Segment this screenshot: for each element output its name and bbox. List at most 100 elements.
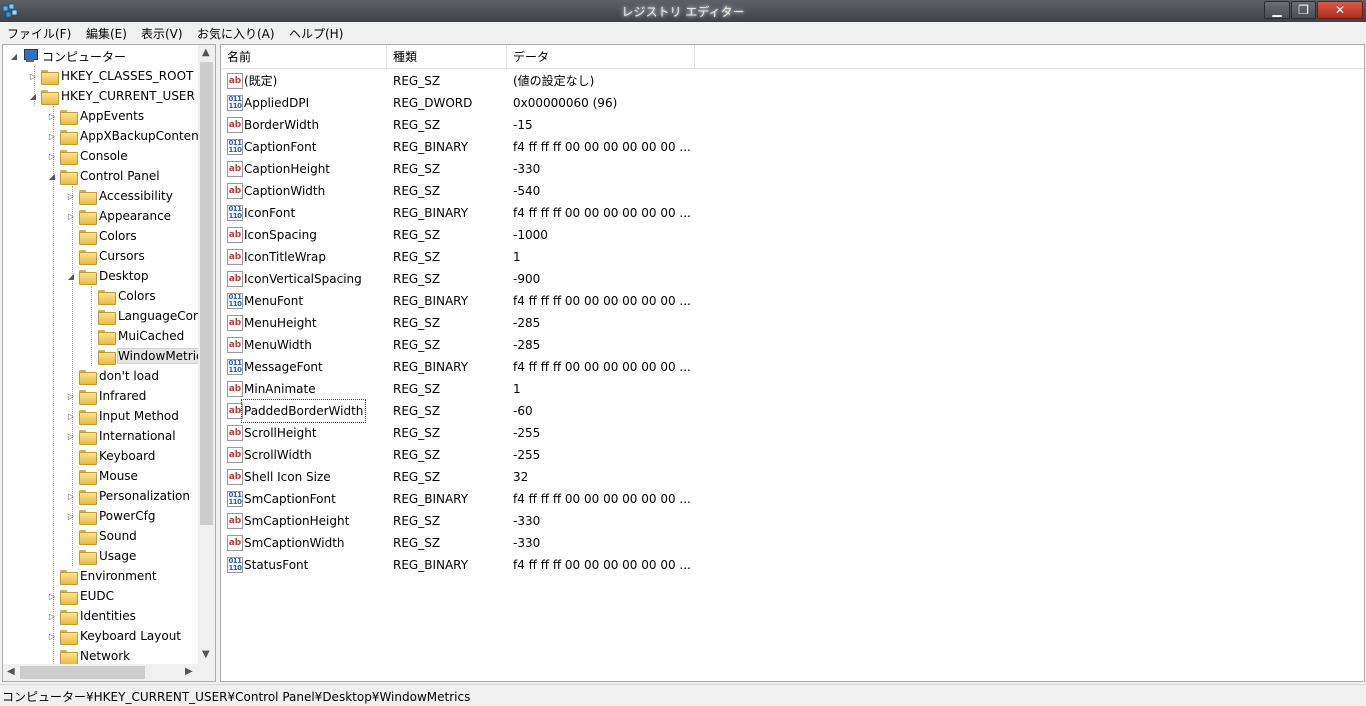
- list-row[interactable]: 011 110 StatusFont REG_BINARY f4 ff ff ff 00…: [221, 554, 695, 576]
- close-button[interactable]: ✕: [1317, 1, 1363, 19]
- tree-node-languageconfiguration[interactable]: LanguageConfiguration: [85, 306, 215, 326]
- expander-icon[interactable]: ▷: [66, 512, 76, 521]
- scroll-thumb[interactable]: [200, 62, 213, 525]
- list-row[interactable]: ab BorderWidth REG_SZ -15: [221, 114, 695, 136]
- tree-node-infrared[interactable]: ▷ Infrared: [66, 386, 146, 406]
- scroll-up-icon[interactable]: ▲: [202, 47, 210, 58]
- tree-node-dont-load[interactable]: don't load: [66, 366, 159, 386]
- menu-help[interactable]: ヘルプ(H): [289, 25, 343, 42]
- expander-icon[interactable]: ▷: [47, 152, 57, 161]
- list-row[interactable]: ab (既定) REG_SZ (値の設定なし): [221, 70, 695, 92]
- expander-icon[interactable]: ▷: [47, 112, 57, 121]
- column-header-type[interactable]: 種類: [387, 45, 507, 69]
- folder-icon: [79, 529, 97, 545]
- list-row[interactable]: ab CaptionWidth REG_SZ -540: [221, 180, 695, 202]
- value-name: MessageFont: [244, 360, 323, 374]
- tree-node-powercfg[interactable]: ▷ PowerCfg: [66, 506, 156, 526]
- menu-edit[interactable]: 編集(E): [86, 25, 127, 42]
- tree-node-keyboard[interactable]: Keyboard: [66, 446, 155, 466]
- tree-node-appxbackup[interactable]: ▷ AppXBackupContent: [47, 126, 203, 146]
- tree-node-hkcu[interactable]: ◢ HKEY_CURRENT_USER: [28, 86, 195, 106]
- tree-node-keyboard-layout[interactable]: ▷ Keyboard Layout: [47, 626, 181, 646]
- tree-node-personalization[interactable]: ▷ Personalization: [66, 486, 190, 506]
- tree-node-environment[interactable]: Environment: [47, 566, 157, 586]
- expander-icon[interactable]: ▷: [66, 392, 76, 401]
- list-row[interactable]: ab MinAnimate REG_SZ 1: [221, 378, 695, 400]
- tree-node-control-panel[interactable]: ◢ Control Panel: [47, 166, 160, 186]
- list-row[interactable]: ab CaptionHeight REG_SZ -330: [221, 158, 695, 180]
- list-row[interactable]: ab PaddedBorderWidth REG_SZ -60: [221, 399, 695, 423]
- column-header-name[interactable]: 名前: [221, 45, 387, 69]
- expander-icon[interactable]: ▷: [66, 432, 76, 441]
- expander-icon[interactable]: ▷: [28, 72, 38, 81]
- tree-node-international[interactable]: ▷ International: [66, 426, 176, 446]
- value-name: IconFont: [244, 206, 296, 220]
- list-row[interactable]: 011 110 IconFont REG_BINARY f4 ff ff ff 00 0…: [221, 202, 695, 224]
- expander-icon[interactable]: ▷: [66, 192, 76, 201]
- tree-horizontal-scrollbar[interactable]: ◀ ▶: [3, 664, 215, 681]
- folder-icon: [79, 269, 97, 285]
- list-row[interactable]: 011 110 MessageFont REG_BINARY f4 ff ff ff 0…: [221, 356, 695, 378]
- value-type: REG_BINARY: [393, 294, 469, 308]
- tree-node-muicached[interactable]: MuiCached: [85, 326, 184, 346]
- list-row[interactable]: ab IconSpacing REG_SZ -1000: [221, 224, 695, 246]
- list-row[interactable]: ab ScrollHeight REG_SZ -255: [221, 422, 695, 444]
- menu-view[interactable]: 表示(V): [141, 25, 183, 42]
- expander-icon[interactable]: ▷: [47, 612, 57, 621]
- tree-node-sound[interactable]: Sound: [66, 526, 137, 546]
- scroll-thumb[interactable]: [20, 666, 145, 679]
- list-row[interactable]: ab IconTitleWrap REG_SZ 1: [221, 246, 695, 268]
- list-row[interactable]: 011 110 CaptionFont REG_BINARY f4 ff ff ff 0…: [221, 136, 695, 158]
- list-row[interactable]: 011 110 MenuFont REG_BINARY f4 ff ff ff 00 0…: [221, 290, 695, 312]
- tree-node-network[interactable]: Network: [47, 646, 130, 666]
- tree-node-usage[interactable]: Usage: [66, 546, 136, 566]
- tree-node-computer[interactable]: ◢ コンピューター: [9, 46, 126, 66]
- tree-node-appearance[interactable]: ▷ Appearance: [66, 206, 171, 226]
- list-row[interactable]: ab SmCaptionHeight REG_SZ -330: [221, 510, 695, 532]
- minimize-button[interactable]: ▁: [1264, 1, 1290, 19]
- tree-node-accessibility[interactable]: ▷ Accessibility: [66, 186, 173, 206]
- scroll-left-icon[interactable]: ◀: [7, 666, 15, 677]
- expander-icon[interactable]: ◢: [66, 272, 76, 281]
- expander-icon[interactable]: ▷: [66, 492, 76, 501]
- scroll-down-icon[interactable]: ▼: [202, 649, 210, 660]
- list-row[interactable]: 011 110 AppliedDPI REG_DWORD 0x00000060 (96): [221, 92, 695, 114]
- maximize-button[interactable]: ❐: [1291, 1, 1316, 19]
- tree-node-desktop[interactable]: ◢ Desktop: [66, 266, 149, 286]
- expander-icon[interactable]: ▷: [47, 592, 57, 601]
- tree-node-cursors[interactable]: Cursors: [66, 246, 145, 266]
- column-header-data[interactable]: データ: [507, 45, 695, 69]
- menu-favorites[interactable]: お気に入り(A): [197, 25, 275, 42]
- expander-icon[interactable]: ◢: [9, 52, 19, 61]
- list-row[interactable]: ab SmCaptionWidth REG_SZ -330: [221, 532, 695, 554]
- list-row[interactable]: ab MenuHeight REG_SZ -285: [221, 312, 695, 334]
- tree-node-input-method[interactable]: ▷ Input Method: [66, 406, 179, 426]
- tree-node-eudc[interactable]: ▷ EUDC: [47, 586, 114, 606]
- list-row[interactable]: ab ScrollWidth REG_SZ -255: [221, 444, 695, 466]
- list-row[interactable]: ab Shell Icon Size REG_SZ 32: [221, 466, 695, 488]
- tree-node-desktop-colors[interactable]: Colors: [85, 286, 156, 306]
- tree-node-mouse[interactable]: Mouse: [66, 466, 138, 486]
- tree-node-console[interactable]: ▷ Console: [47, 146, 128, 166]
- tree-node-colors[interactable]: Colors: [66, 226, 137, 246]
- value-name: Shell Icon Size: [244, 470, 331, 484]
- expander-icon[interactable]: ▷: [66, 212, 76, 221]
- expander-icon[interactable]: ▷: [47, 632, 57, 641]
- tree-node-identities[interactable]: ▷ Identities: [47, 606, 136, 626]
- menu-file[interactable]: ファイル(F): [7, 25, 71, 42]
- tree-node-hkcr[interactable]: ▷ HKEY_CLASSES_ROOT: [28, 66, 193, 86]
- list-row[interactable]: 011 110 SmCaptionFont REG_BINARY f4 ff ff ff…: [221, 488, 695, 510]
- list-row[interactable]: ab MenuWidth REG_SZ -285: [221, 334, 695, 356]
- expander-icon[interactable]: ▷: [47, 132, 57, 141]
- scroll-right-icon[interactable]: ▶: [185, 666, 193, 677]
- expander-icon[interactable]: ▷: [66, 412, 76, 421]
- tree-vertical-scrollbar[interactable]: ▲ ▼: [198, 45, 215, 665]
- key-tree[interactable]: ◢ コンピューター ▷ HKEY_CLASSES_ROOT ◢ HKEY_CURREN…: [2, 44, 216, 682]
- expander-icon[interactable]: ◢: [47, 172, 57, 181]
- title-bar[interactable]: レジストリ エディター ▁ ❐ ✕: [0, 0, 1366, 22]
- tree-node-appevents[interactable]: ▷ AppEvents: [47, 106, 144, 126]
- list-row[interactable]: ab IconVerticalSpacing REG_SZ -900: [221, 268, 695, 290]
- tree-node-windowmetrics[interactable]: WindowMetrics: [85, 346, 210, 366]
- expander-icon[interactable]: ◢: [28, 92, 38, 101]
- values-list[interactable]: 名前 種類 データ ab (既定) REG_SZ (値の設定なし) 011 110 Appl…: [220, 44, 1365, 682]
